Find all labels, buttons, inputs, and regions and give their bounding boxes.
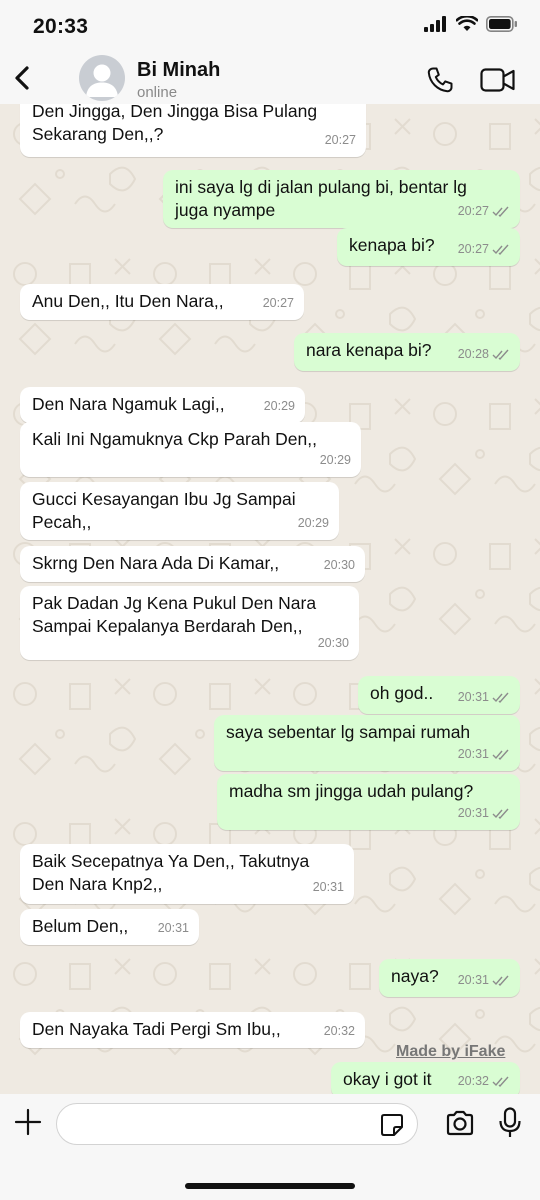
message-time: 20:28 xyxy=(457,347,489,361)
message-text-line: Kali Ini Ngamuknya Ckp Parah Den,, xyxy=(32,429,317,449)
message-incoming[interactable]: Baik Secepatnya Ya Den,, Takutnya Den Na… xyxy=(20,844,354,904)
chat-area[interactable]: Den Jingga, Den Jingga Bisa Pulang Sekar… xyxy=(0,104,540,1094)
message-incoming[interactable]: Kali Ini Ngamuknya Ckp Parah Den,, 20:29 xyxy=(20,422,361,477)
message-time: 20:32 xyxy=(323,1024,355,1038)
message-input[interactable] xyxy=(56,1103,418,1145)
chevron-left-icon[interactable] xyxy=(10,62,38,94)
message-text-line: saya sebentar lg sampai rumah xyxy=(226,722,471,742)
message-text-line: Pak Dadan Jg Kena Pukul Den Nara xyxy=(32,593,317,613)
message-time: 20:27 xyxy=(324,133,356,147)
message-time: 20:27 xyxy=(457,204,489,218)
status-icons xyxy=(424,16,518,32)
status-time: 20:33 xyxy=(33,15,89,38)
message-outgoing[interactable]: oh god.. 20:31 xyxy=(358,676,520,714)
video-camera-icon[interactable] xyxy=(480,65,516,95)
message-time: 20:30 xyxy=(317,636,349,650)
message-time: 20:27 xyxy=(262,296,294,310)
double-check-icon xyxy=(492,206,509,217)
plus-icon[interactable] xyxy=(14,1108,42,1136)
message-text-line: Sampai Kepalanya Berdarah Den,, xyxy=(32,616,303,636)
message-incoming[interactable]: Anu Den,, Itu Den Nara,, 20:27 xyxy=(20,284,304,320)
message-outgoing[interactable]: saya sebentar lg sampai rumah 20:31 xyxy=(214,715,520,771)
camera-icon[interactable] xyxy=(445,1110,475,1136)
message-time: 20:31 xyxy=(457,690,489,704)
message-outgoing[interactable]: naya? 20:31 xyxy=(379,959,520,997)
message-text-line: Pecah,, xyxy=(32,512,92,532)
message-text-line: Sekarang Den,,? xyxy=(32,124,164,144)
message-incoming[interactable]: Pak Dadan Jg Kena Pukul Den Nara Sampai … xyxy=(20,586,359,660)
message-incoming[interactable]: Gucci Kesayangan Ibu Jg Sampai Pecah,, 2… xyxy=(20,482,339,540)
message-time: 20:32 xyxy=(457,1074,489,1088)
message-text-line: Anu Den,, Itu Den Nara,, xyxy=(32,291,224,311)
composer-bar xyxy=(0,1094,540,1200)
message-text-line: Den Nayaka Tadi Pergi Sm Ibu,, xyxy=(32,1019,281,1039)
battery-icon xyxy=(486,16,517,32)
contact-name[interactable]: Bi Minah xyxy=(137,59,220,82)
message-time: 20:31 xyxy=(157,921,189,935)
message-text-line: Baik Secepatnya Ya Den,, Takutnya xyxy=(32,851,310,871)
chat-header: Bi Minah online xyxy=(0,52,540,104)
avatar[interactable] xyxy=(79,55,125,101)
message-time: 20:31 xyxy=(457,973,489,987)
message-incoming[interactable]: Skrng Den Nara Ada Di Kamar,, 20:30 xyxy=(20,546,365,582)
home-indicator xyxy=(185,1183,355,1189)
message-time: 20:31 xyxy=(312,880,344,894)
contact-status: online xyxy=(137,84,178,101)
message-incoming[interactable]: Den Nara Ngamuk Lagi,, 20:29 xyxy=(20,387,305,423)
sticker-icon[interactable] xyxy=(380,1113,404,1137)
message-text-line: ini saya lg di jalan pulang bi, bentar l… xyxy=(175,177,467,197)
double-check-icon xyxy=(492,808,509,819)
message-incoming[interactable]: Den Jingga, Den Jingga Bisa Pulang Sekar… xyxy=(20,104,366,157)
message-text-line: Gucci Kesayangan Ibu Jg Sampai xyxy=(32,489,296,509)
message-outgoing[interactable]: nara kenapa bi? 20:28 xyxy=(294,333,520,371)
message-time: 20:31 xyxy=(457,806,489,820)
microphone-icon[interactable] xyxy=(499,1107,521,1139)
message-time: 20:30 xyxy=(323,558,355,572)
double-check-icon xyxy=(492,692,509,703)
double-check-icon xyxy=(492,349,509,360)
message-time: 20:29 xyxy=(297,516,329,530)
message-text-line: Skrng Den Nara Ada Di Kamar,, xyxy=(32,553,280,573)
wifi-icon xyxy=(456,16,478,31)
message-outgoing[interactable]: ini saya lg di jalan pulang bi, bentar l… xyxy=(163,170,520,228)
message-incoming[interactable]: Belum Den,, 20:31 xyxy=(20,909,199,945)
message-time: 20:31 xyxy=(457,747,489,761)
message-text-line: madha sm jingga udah pulang? xyxy=(229,781,474,801)
message-time: 20:27 xyxy=(457,242,489,256)
message-text-line: Den Nara Knp2,, xyxy=(32,874,163,894)
message-incoming[interactable]: Den Nayaka Tadi Pergi Sm Ibu,, 20:32 xyxy=(20,1012,365,1048)
message-text-line: Den Jingga, Den Jingga Bisa Pulang xyxy=(32,104,318,121)
message-time: 20:29 xyxy=(263,399,295,413)
person-icon xyxy=(86,64,118,97)
message-outgoing[interactable]: okay i got it 20:32 xyxy=(331,1062,520,1094)
message-time: 20:29 xyxy=(319,453,351,467)
message-text-line: Den Nara Ngamuk Lagi,, xyxy=(32,394,225,414)
status-bar: 20:33 xyxy=(0,0,540,52)
message-outgoing[interactable]: kenapa bi? 20:27 xyxy=(337,228,520,266)
double-check-icon xyxy=(492,975,509,986)
phone-icon[interactable] xyxy=(424,64,456,96)
double-check-icon xyxy=(492,1076,509,1087)
signal-icon xyxy=(424,16,446,32)
double-check-icon xyxy=(492,244,509,255)
watermark: Made by iFake xyxy=(396,1043,506,1060)
double-check-icon xyxy=(492,749,509,760)
message-outgoing[interactable]: madha sm jingga udah pulang? 20:31 xyxy=(217,774,520,830)
